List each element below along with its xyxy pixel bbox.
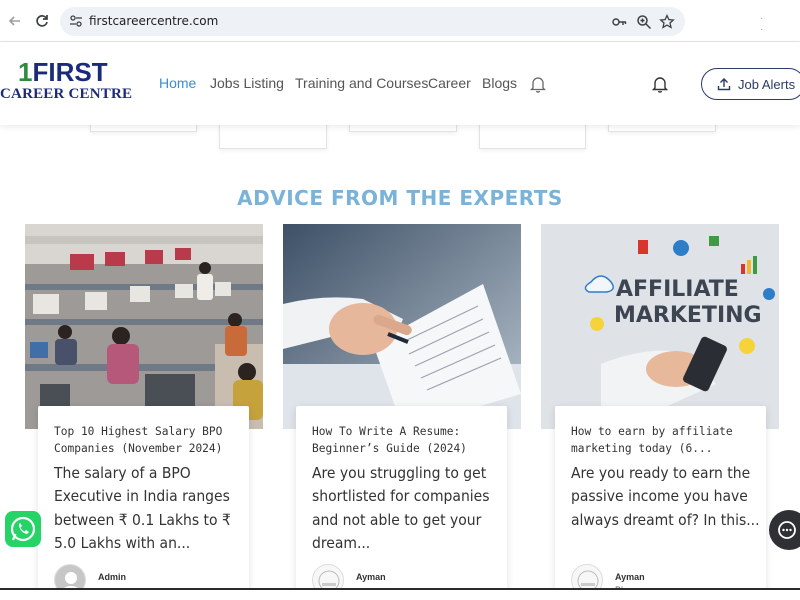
browser-toolbar: firstcareercentre.com · · [0, 0, 800, 42]
post-image-bpo-office[interactable] [25, 224, 263, 429]
job-alerts-label: Job Alerts [738, 77, 796, 92]
extension-placeholders: · · [760, 13, 778, 35]
post-excerpt: The salary of a BPO Executive in India r… [54, 464, 231, 552]
section-title: ADVICE FROM THE EXPERTS [237, 186, 563, 210]
post-excerpt: Are you ready to earn the passive income… [571, 464, 760, 529]
post-title[interactable]: How to earn by affiliate marketing today… [571, 423, 756, 457]
chat-widget-button[interactable] [769, 510, 800, 550]
whatsapp-icon[interactable] [5, 509, 41, 549]
site-header: 1FIRST CAREER CENTRE Home Jobs Listing T… [0, 42, 800, 125]
logo-tagline: CAREER CENTRE [0, 86, 133, 102]
upload-icon [717, 78, 731, 91]
nav-blogs[interactable]: Blogs [482, 75, 517, 91]
url-text[interactable]: firstcareercentre.com [89, 14, 218, 28]
blog-post-card[interactable]: How To Write A Resume: Beginner’s Guide … [296, 406, 507, 600]
bookmark-star-icon[interactable] [659, 14, 675, 30]
nav-career[interactable]: Career [428, 75, 471, 91]
affiliate-image-text: AFFILIATE [616, 277, 739, 302]
nav-jobs-listing[interactable]: Jobs Listing [210, 75, 284, 91]
notification-bell-icon[interactable] [652, 75, 668, 93]
site-settings-icon[interactable] [68, 13, 84, 29]
post-title[interactable]: How To Write A Resume: Beginner’s Guide … [312, 423, 497, 457]
reload-icon[interactable] [32, 11, 52, 31]
blog-post-card[interactable]: How to earn by affiliate marketing today… [555, 406, 766, 600]
nav-home[interactable]: Home [159, 75, 196, 91]
bell-icon[interactable] [530, 75, 546, 93]
author-name[interactable]: Ayman [615, 572, 645, 582]
password-key-icon[interactable] [611, 14, 627, 30]
address-bar[interactable]: firstcareercentre.com [60, 7, 685, 36]
post-title[interactable]: Top 10 Highest Salary BPO Companies (Nov… [54, 423, 239, 457]
post-image-resume[interactable] [283, 224, 521, 429]
back-arrow-icon[interactable] [5, 11, 25, 31]
marketing-image-text: MARKETING [614, 303, 762, 328]
page-bottom-edge [0, 588, 800, 600]
nav-training-courses[interactable]: Training and Courses [295, 75, 428, 91]
author-name[interactable]: Admin [98, 572, 126, 582]
logo-wordmark: 1FIRST [18, 57, 108, 87]
author-name[interactable]: Ayman [356, 572, 386, 582]
post-image-affiliate-marketing[interactable]: AFFILIATE MARKETING [541, 224, 779, 429]
post-excerpt: Are you struggling to get shortlisted fo… [312, 464, 490, 552]
site-logo[interactable]: 1FIRST CAREER CENTRE [0, 58, 135, 108]
job-alerts-button[interactable]: Job Alerts [701, 68, 800, 100]
chat-icon [778, 521, 796, 539]
blog-post-card[interactable]: Top 10 Highest Salary BPO Companies (Nov… [38, 406, 249, 600]
zoom-icon[interactable] [636, 14, 652, 30]
